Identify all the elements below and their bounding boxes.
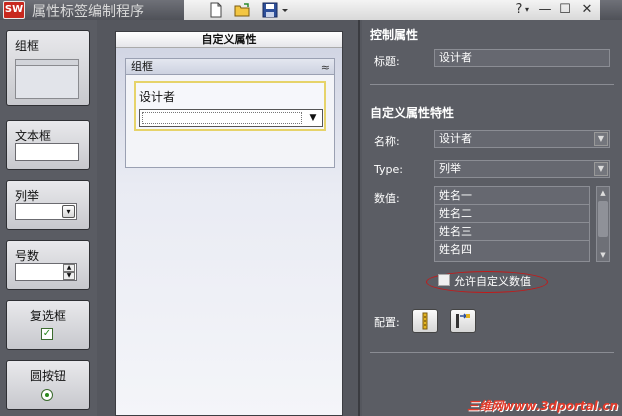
textbox-preview-icon: [15, 143, 79, 161]
list-item[interactable]: 姓名四: [435, 241, 589, 259]
maximize-button[interactable]: ☐: [556, 1, 574, 19]
field-label: 设计者: [139, 90, 176, 104]
allow-custom-label: 允许自定义数值: [454, 275, 531, 288]
values-listbox[interactable]: 姓名一 姓名二 姓名三 姓名四: [434, 186, 590, 262]
section-divider: [370, 352, 614, 353]
panel-splitter[interactable]: [358, 20, 360, 416]
canvas-title: 自定义属性: [116, 32, 342, 48]
spinner-down-icon: ▼: [63, 272, 75, 280]
selected-field[interactable]: 设计者 ▼: [134, 81, 326, 131]
scroll-down-icon[interactable]: ▼: [597, 249, 609, 261]
combobox-preview-icon: ▾: [15, 203, 77, 220]
chevron-down-icon[interactable]: [280, 2, 290, 18]
palette-radio-label: 圆按钮: [29, 369, 66, 383]
config-link-icon: [456, 313, 470, 328]
palette-groupbox-label: 组框: [15, 39, 40, 53]
palette-textbox[interactable]: 文本框: [6, 120, 90, 170]
custom-section-title: 自定义属性特性: [370, 106, 455, 120]
minimize-button[interactable]: —: [536, 1, 554, 19]
name-label: 名称:: [374, 135, 400, 148]
palette-enumeration-label: 列举: [15, 189, 40, 203]
control-section-title: 控制属性: [370, 28, 419, 42]
spinner-preview-icon: ▲ ▼: [15, 263, 77, 281]
type-select-value: 列举: [439, 162, 461, 175]
scroll-thumb[interactable]: [598, 201, 608, 237]
values-label: 数值:: [374, 192, 400, 205]
list-item[interactable]: 姓名一: [435, 187, 589, 205]
scroll-up-icon[interactable]: ▲: [597, 187, 609, 199]
palette-groupbox[interactable]: 组框: [6, 30, 90, 106]
chevron-down-icon[interactable]: ▼: [594, 132, 608, 146]
spinner-up-icon: ▲: [63, 264, 75, 272]
palette-number-label: 号数: [15, 249, 40, 263]
title-bar: SW 属性标签编制程序 ? ▾ — ☐ ✕: [0, 0, 622, 20]
palette-checkbox[interactable]: 复选框 ✓: [6, 300, 90, 350]
help-dropdown-icon[interactable]: ▾: [522, 1, 532, 19]
type-label: Type:: [374, 163, 403, 176]
chevron-down-icon[interactable]: ▼: [305, 111, 321, 125]
config-label: 配置:: [374, 316, 400, 329]
radio-selected-icon: [41, 389, 53, 401]
name-select-value: 设计者: [439, 132, 472, 145]
new-document-icon[interactable]: [208, 2, 224, 18]
values-scrollbar[interactable]: ▲ ▼: [596, 186, 610, 262]
allow-custom-checkbox[interactable]: [438, 274, 450, 286]
save-icon[interactable]: [262, 2, 278, 18]
caption-input[interactable]: 设计者: [434, 49, 610, 67]
name-select[interactable]: 设计者 ▼: [434, 130, 610, 148]
form-canvas: 自定义属性 组框 ≈ 设计者 ▼: [115, 31, 343, 416]
chevron-down-icon[interactable]: ▼: [594, 162, 608, 176]
config-list-button[interactable]: [412, 309, 438, 333]
collapse-up-icon[interactable]: ≈: [321, 60, 330, 75]
config-link-button[interactable]: [450, 309, 476, 333]
palette-radio-button[interactable]: 圆按钮: [6, 360, 90, 410]
palette-textbox-label: 文本框: [15, 129, 52, 143]
palette-checkbox-label: 复选框: [29, 309, 66, 323]
canvas-groupbox[interactable]: 组框 ≈ 设计者 ▼: [125, 58, 335, 168]
app-logo: SW: [3, 1, 25, 19]
palette-enumeration[interactable]: 列举 ▾: [6, 180, 90, 230]
groupbox-header[interactable]: 组框 ≈: [126, 59, 334, 75]
control-palette: 组框 文本框 列举 ▾ 号数 ▲ ▼ 复选框 ✓ 圆按钮: [0, 20, 97, 416]
section-divider: [370, 84, 614, 85]
open-folder-icon[interactable]: [234, 2, 250, 18]
config-list-icon: [422, 312, 428, 330]
caption-label: 标题:: [374, 55, 400, 68]
watermark: 三维网www.3dportal.cn: [467, 399, 618, 413]
close-button[interactable]: ✕: [578, 1, 596, 19]
groupbox-preview-icon: [15, 59, 79, 99]
list-item[interactable]: 姓名三: [435, 223, 589, 241]
combobox-arrow-icon: ▾: [62, 205, 75, 218]
properties-panel: 控制属性 标题: 设计者 自定义属性特性 名称: 设计者 ▼ Type: 列举 …: [362, 20, 622, 416]
list-item[interactable]: 姓名二: [435, 205, 589, 223]
groupbox-title: 组框: [131, 60, 153, 73]
palette-number[interactable]: 号数 ▲ ▼: [6, 240, 90, 290]
field-combobox[interactable]: ▼: [139, 109, 323, 127]
type-select[interactable]: 列举 ▼: [434, 160, 610, 178]
checkbox-checked-icon: ✓: [41, 328, 53, 340]
window-title: 属性标签编制程序: [32, 4, 144, 20]
toolbar: ? ▾ — ☐ ✕: [184, 0, 600, 20]
